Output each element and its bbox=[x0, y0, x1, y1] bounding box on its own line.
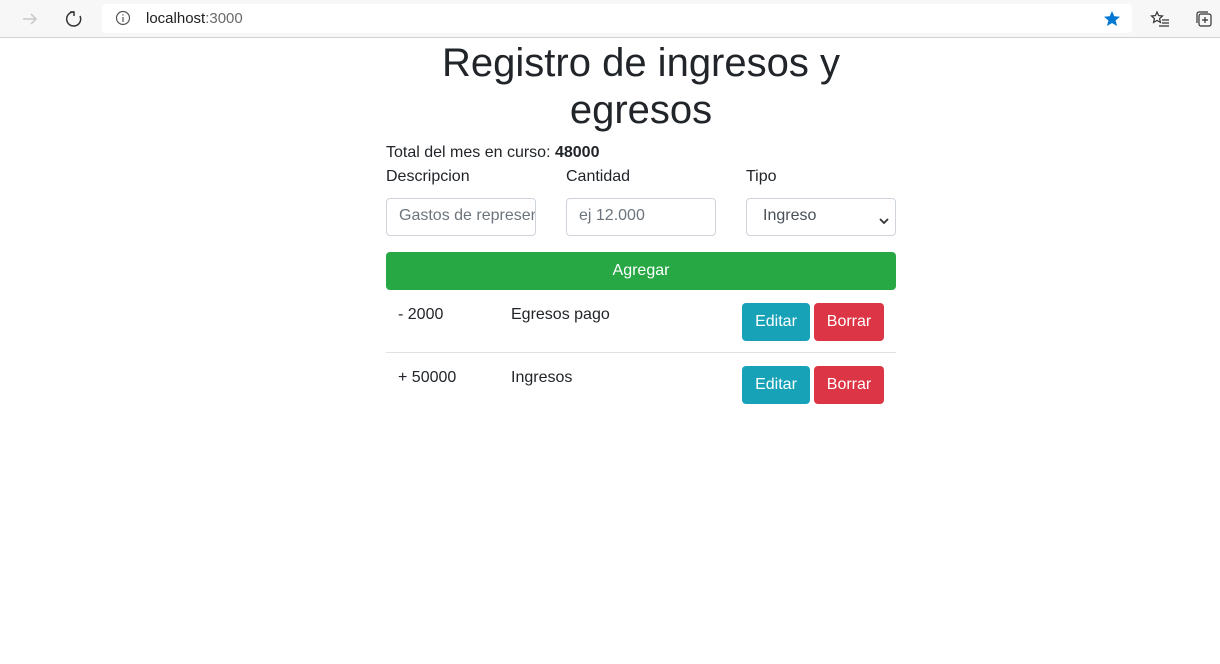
descripcion-field-group: Descripcion Gastos de represen bbox=[386, 168, 536, 236]
edit-button[interactable]: Editar bbox=[742, 303, 810, 341]
monthly-total: Total del mes en curso: 48000 bbox=[386, 144, 599, 162]
tipo-selected-value: Ingreso bbox=[763, 207, 817, 224]
delete-button[interactable]: Borrar bbox=[814, 366, 884, 404]
descripcion-label: Descripcion bbox=[386, 168, 470, 185]
cantidad-field-group: Cantidad ej 12.000 bbox=[566, 168, 716, 236]
delete-button[interactable]: Borrar bbox=[814, 303, 884, 341]
total-label: Total del mes en curso: bbox=[386, 144, 555, 161]
favorites-list-icon[interactable] bbox=[1148, 7, 1172, 31]
url-host: localhost bbox=[146, 10, 206, 27]
tipo-select[interactable]: Ingreso bbox=[746, 198, 896, 236]
add-button[interactable]: Agregar bbox=[386, 252, 896, 290]
entry-row: + 50000 Ingresos Editar Borrar bbox=[386, 353, 896, 416]
entry-amount: - 2000 bbox=[398, 306, 444, 323]
cantidad-label: Cantidad bbox=[566, 168, 631, 185]
descripcion-input[interactable]: Gastos de represen bbox=[386, 198, 536, 236]
chevron-down-icon bbox=[879, 213, 889, 225]
url-text: localhost:3000 bbox=[146, 10, 243, 27]
tipo-field-group: Tipo Ingreso bbox=[746, 168, 896, 236]
collections-icon[interactable] bbox=[1192, 7, 1216, 31]
url-port: :3000 bbox=[205, 10, 243, 27]
address-bar[interactable]: localhost:3000 bbox=[102, 4, 1132, 33]
info-icon[interactable] bbox=[115, 10, 131, 26]
entry-row: - 2000 Egresos pago Editar Borrar bbox=[386, 290, 896, 353]
reload-icon[interactable] bbox=[62, 7, 86, 31]
page-title: Registro de ingresos y egresos bbox=[442, 41, 840, 132]
browser-toolbar: localhost:3000 bbox=[0, 0, 1220, 38]
total-value: 48000 bbox=[554, 144, 600, 161]
edit-button[interactable]: Editar bbox=[742, 366, 810, 404]
main-container: Registro de ingresos y egresos Total del… bbox=[386, 38, 896, 404]
tipo-label: Tipo bbox=[746, 168, 777, 185]
entry-description: Egresos pago bbox=[511, 306, 610, 323]
entry-description: Ingresos bbox=[511, 369, 573, 386]
cantidad-input[interactable]: ej 12.000 bbox=[566, 198, 716, 236]
forward-arrow-icon[interactable] bbox=[18, 7, 42, 31]
entry-amount: + 50000 bbox=[398, 369, 457, 386]
favorite-star-icon[interactable] bbox=[1102, 9, 1122, 29]
